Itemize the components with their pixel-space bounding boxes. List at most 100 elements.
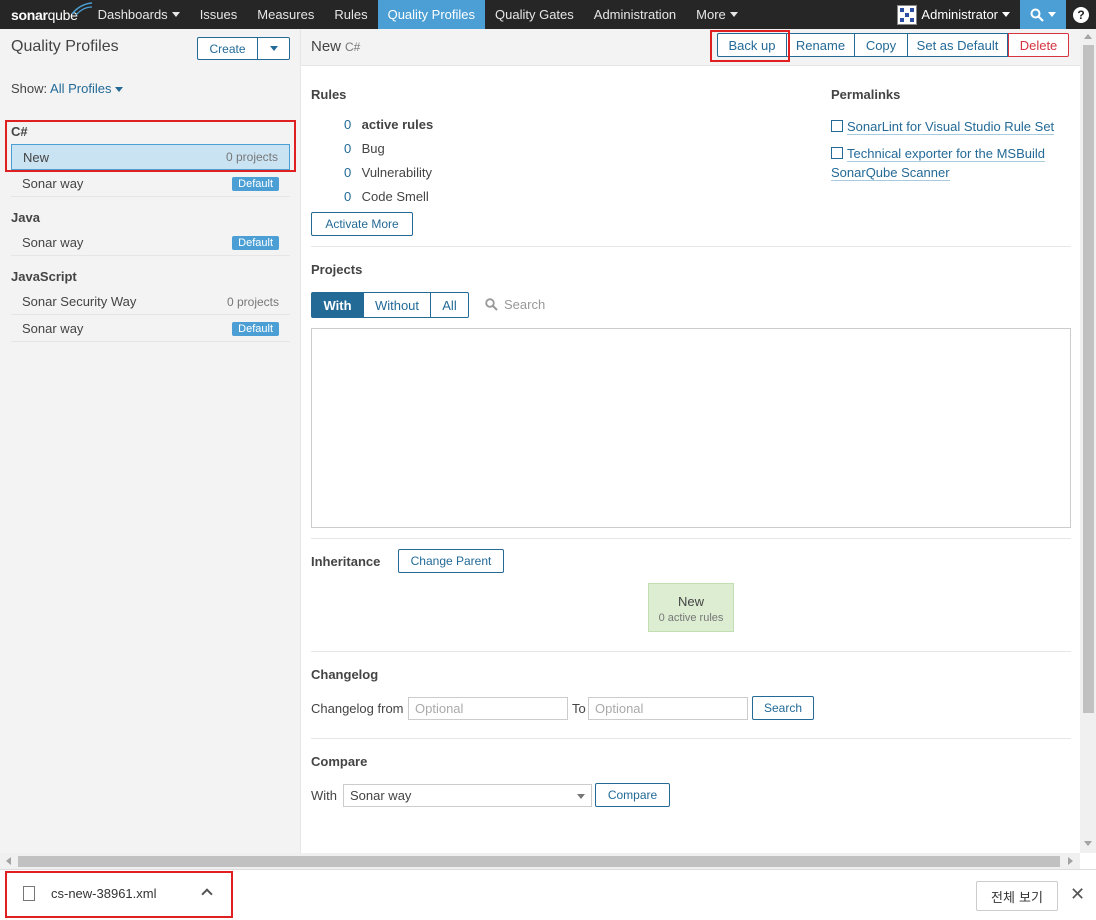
help-button[interactable]: ? bbox=[1066, 0, 1096, 29]
profile-item-java-sonar-way[interactable]: Sonar way Default bbox=[11, 230, 290, 256]
create-dropdown-button[interactable] bbox=[258, 37, 290, 60]
profile-item-csharp-new[interactable]: New 0 projects bbox=[11, 144, 290, 170]
profile-name: Sonar Security Way bbox=[22, 294, 137, 309]
caret-down-icon bbox=[1002, 12, 1010, 17]
rules-count-link[interactable]: 0 bbox=[344, 117, 358, 132]
scroll-right-icon[interactable] bbox=[1068, 857, 1073, 865]
caret-down-icon bbox=[1048, 12, 1056, 17]
projects-heading: Projects bbox=[311, 262, 363, 277]
profile-item-js-sonar-security-way[interactable]: Sonar Security Way 0 projects bbox=[11, 289, 290, 315]
projects-search-placeholder: Search bbox=[504, 297, 546, 312]
profile-name: Sonar way bbox=[22, 235, 84, 250]
horizontal-scrollbar-thumb[interactable] bbox=[18, 856, 1060, 867]
show-filter: Show: All Profiles bbox=[11, 81, 124, 96]
search-icon bbox=[485, 298, 498, 311]
rules-count-link[interactable]: 0 bbox=[344, 165, 358, 180]
sidebar-title: Quality Profiles bbox=[11, 38, 119, 55]
profile-actions: Back up Rename Copy Set as Default Delet… bbox=[717, 33, 1069, 57]
download-item[interactable]: cs-new-38961.xml bbox=[23, 886, 157, 901]
scroll-left-icon[interactable] bbox=[6, 857, 11, 865]
permalinks-heading: Permalinks bbox=[831, 87, 901, 102]
scroll-up-icon[interactable] bbox=[1084, 34, 1092, 39]
backup-button[interactable]: Back up bbox=[717, 33, 787, 57]
inheritance-node: New 0 active rules bbox=[648, 583, 734, 632]
filter-with[interactable]: With bbox=[311, 292, 364, 318]
caret-down-icon bbox=[729, 12, 738, 17]
compare-profile-select[interactable]: Sonar way bbox=[343, 784, 592, 807]
search-icon bbox=[1030, 8, 1044, 22]
delete-button[interactable]: Delete bbox=[1008, 33, 1069, 57]
changelog-to-input[interactable]: Optional bbox=[588, 697, 748, 720]
rules-label: Code Smell bbox=[361, 189, 429, 204]
rules-count-link[interactable]: 0 bbox=[344, 189, 358, 204]
nav-administration[interactable]: Administration bbox=[584, 0, 686, 29]
nav-measures[interactable]: Measures bbox=[247, 0, 324, 29]
set-default-button[interactable]: Set as Default bbox=[908, 33, 1008, 57]
profile-title: New bbox=[311, 38, 342, 55]
change-parent-button[interactable]: Change Parent bbox=[398, 549, 504, 573]
profiles-sidebar: Quality Profiles Create Show: All Profil… bbox=[0, 29, 301, 853]
projects-search[interactable]: Search bbox=[485, 297, 545, 312]
nav-rules[interactable]: Rules bbox=[324, 0, 377, 29]
profile-name: New bbox=[23, 149, 50, 165]
copy-button[interactable]: Copy bbox=[855, 33, 908, 57]
nav-more[interactable]: More bbox=[686, 0, 748, 29]
compare-button[interactable]: Compare bbox=[595, 783, 670, 807]
nav-issues[interactable]: Issues bbox=[190, 0, 248, 29]
changelog-to-label: To bbox=[572, 701, 586, 716]
create-button-group: Create bbox=[197, 37, 290, 60]
changelog-from-input[interactable]: Optional bbox=[408, 697, 568, 720]
caret-down-icon bbox=[171, 12, 180, 17]
compare-heading: Compare bbox=[311, 754, 368, 769]
profile-name: Sonar way bbox=[22, 176, 84, 191]
inheritance-node-name: New bbox=[677, 594, 704, 609]
profile-header: New C# Back up Rename Copy Set as Default… bbox=[301, 29, 1080, 66]
close-icon[interactable]: ✕ bbox=[1070, 884, 1085, 905]
scroll-down-icon[interactable] bbox=[1084, 841, 1092, 846]
section-divider bbox=[311, 651, 1071, 652]
compare-with-label: With bbox=[311, 788, 337, 803]
filter-all[interactable]: All bbox=[431, 292, 469, 318]
logo-text-a: sonar bbox=[11, 6, 48, 23]
profile-item-js-sonar-way[interactable]: Sonar way Default bbox=[11, 316, 290, 342]
show-all-downloads-button[interactable]: 전체 보기 bbox=[976, 881, 1058, 911]
changelog-search-button[interactable]: Search bbox=[752, 696, 814, 720]
nav-quality-gates[interactable]: Quality Gates bbox=[485, 0, 584, 29]
chevron-up-icon[interactable] bbox=[201, 888, 213, 900]
create-button[interactable]: Create bbox=[197, 37, 258, 60]
default-badge: Default bbox=[232, 235, 279, 250]
sonarqube-logo[interactable]: sonar qube bbox=[0, 0, 93, 29]
show-filter-value: All Profiles bbox=[50, 81, 112, 96]
rules-row-bug: 0 Bug bbox=[344, 141, 385, 156]
permalink-label: Technical exporter for the MSBuild bbox=[847, 146, 1045, 162]
rules-row-active: 0 active rules bbox=[344, 117, 433, 132]
profile-projects-count: 0 projects bbox=[226, 294, 279, 309]
rules-count-link[interactable]: 0 bbox=[344, 141, 358, 156]
permalink-label: SonarLint for Visual Studio Rule Set bbox=[847, 119, 1055, 135]
filter-without[interactable]: Without bbox=[364, 292, 431, 318]
permalink-msbuild[interactable]: Technical exporter for the MSBuild SonarQ… bbox=[831, 144, 1045, 182]
chevron-down-icon bbox=[577, 794, 585, 799]
language-csharp: C# bbox=[11, 124, 28, 139]
caret-down-icon bbox=[269, 46, 278, 51]
show-filter-dropdown[interactable]: All Profiles bbox=[50, 81, 124, 96]
user-menu[interactable]: Administrator bbox=[893, 0, 1020, 29]
nav-dashboards[interactable]: Dashboards bbox=[88, 0, 190, 29]
language-javascript: JavaScript bbox=[11, 269, 77, 284]
profile-item-csharp-sonar-way[interactable]: Sonar way Default bbox=[11, 171, 290, 197]
permalink-sonarlint[interactable]: SonarLint for Visual Studio Rule Set bbox=[831, 117, 1055, 136]
help-icon: ? bbox=[1073, 6, 1089, 23]
avatar bbox=[897, 4, 918, 25]
projects-list bbox=[311, 328, 1071, 528]
rules-heading: Rules bbox=[311, 87, 347, 102]
global-search-button[interactable] bbox=[1020, 0, 1066, 29]
nav-quality-profiles[interactable]: Quality Profiles bbox=[377, 0, 486, 29]
vertical-scrollbar-thumb[interactable] bbox=[1083, 45, 1094, 713]
user-name: Administrator bbox=[921, 7, 998, 22]
rename-button[interactable]: Rename bbox=[787, 33, 855, 57]
changelog-heading: Changelog bbox=[311, 667, 379, 682]
inheritance-node-rules: 0 active rules bbox=[658, 612, 724, 624]
activate-more-button[interactable]: Activate More bbox=[311, 212, 413, 236]
default-badge: Default bbox=[232, 321, 279, 336]
profile-name: Sonar way bbox=[22, 321, 84, 336]
